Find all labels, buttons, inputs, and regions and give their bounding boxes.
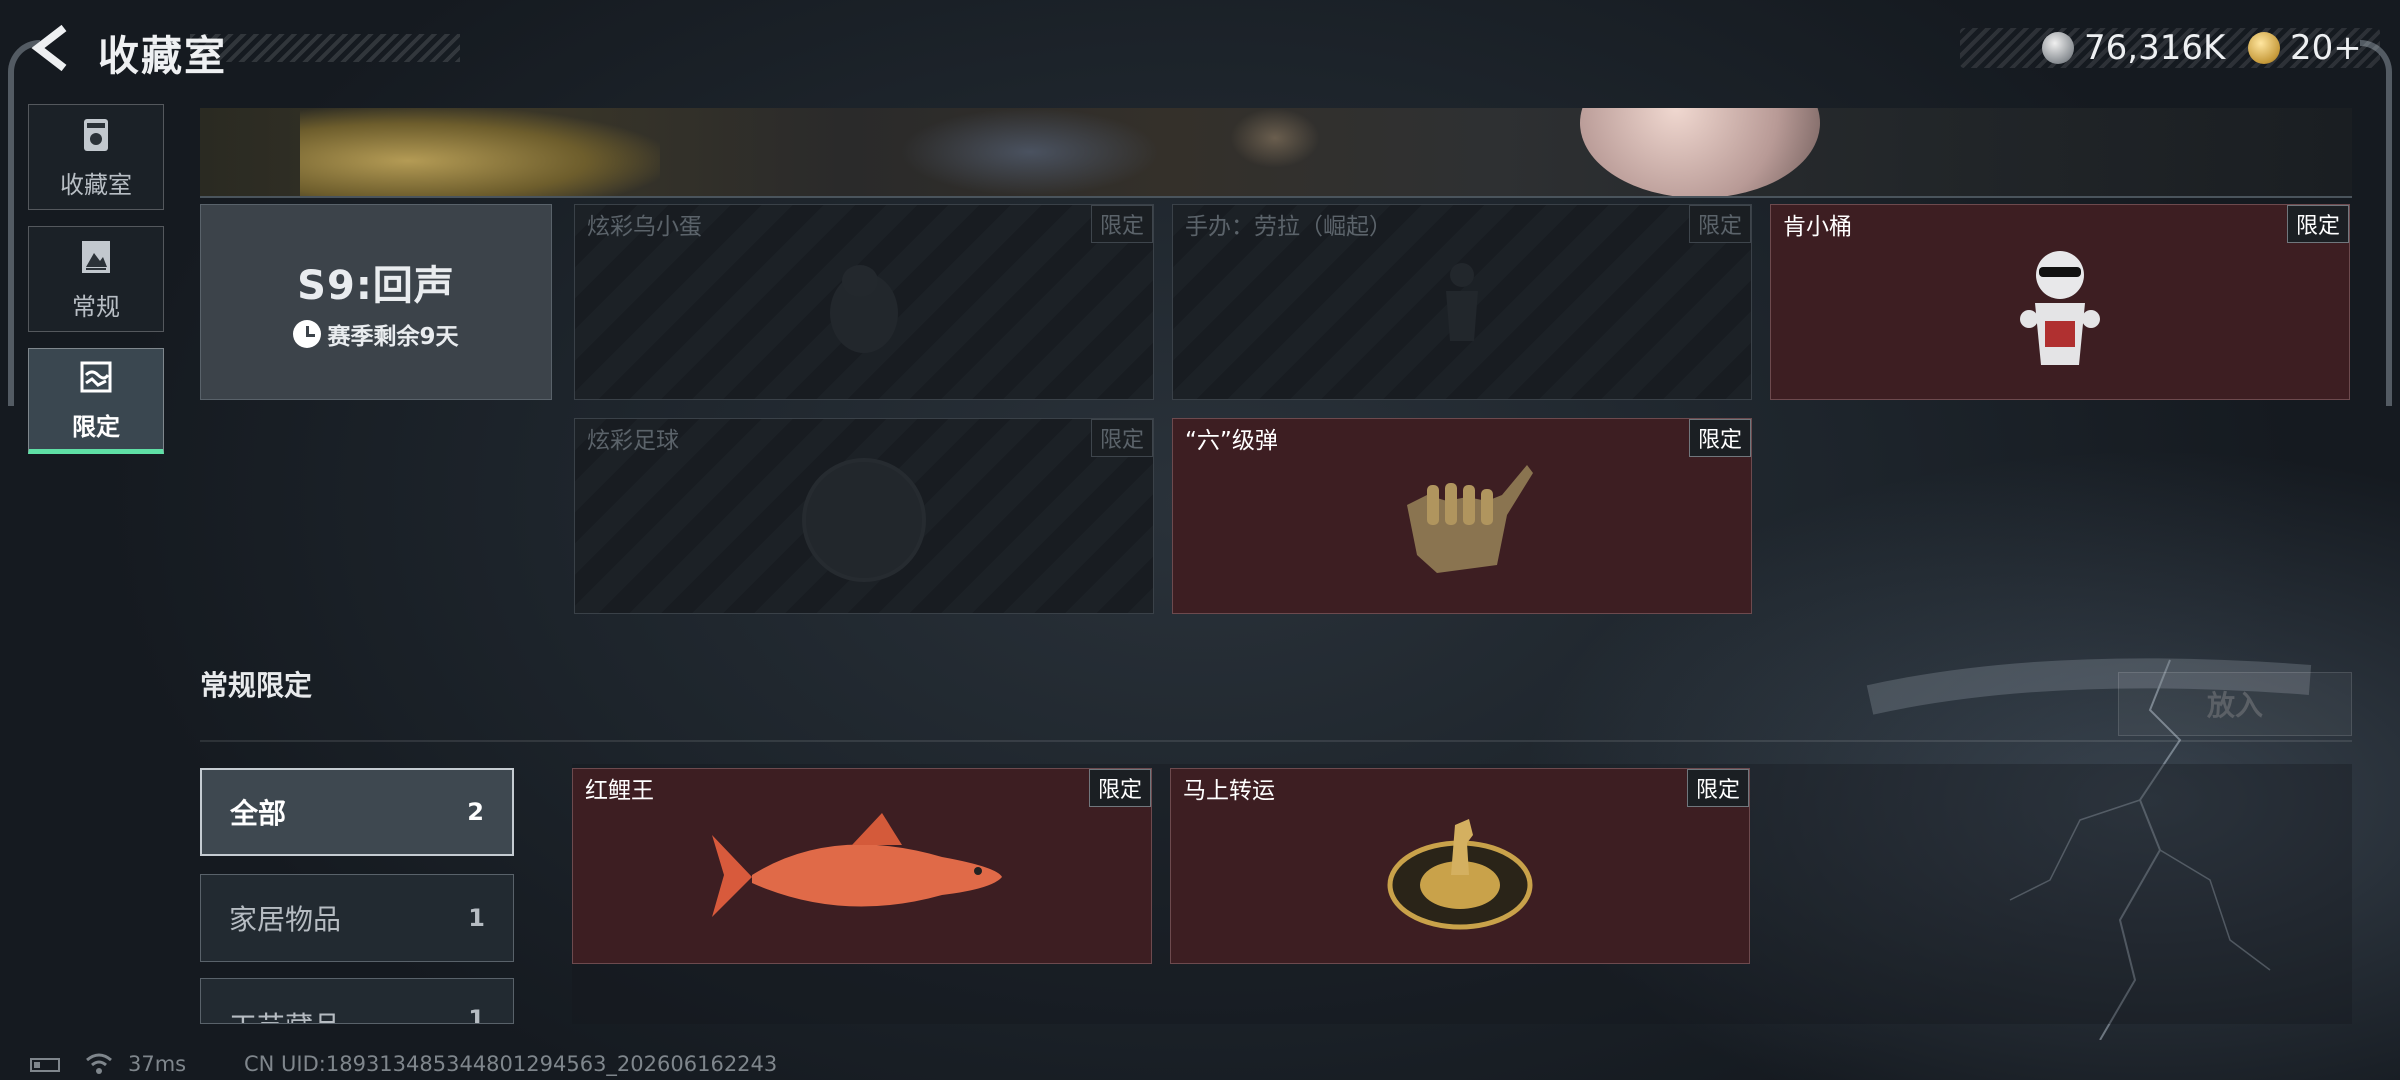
item-card-six-grade-bullet[interactable]: “六”级弹 限定 (1172, 418, 1752, 614)
limited-map-icon (76, 357, 116, 401)
limited-tag: 限定 (1686, 769, 1749, 807)
season-card: S9:回声 赛季剩余9天 (200, 204, 552, 400)
back-arrow-icon (31, 24, 67, 72)
nav-item-limited[interactable]: 限定 (28, 348, 164, 454)
nav-item-regular[interactable]: 常规 (28, 226, 164, 332)
limited-tag: 限定 (1088, 769, 1151, 807)
bullet-hand-sculpture-icon (1407, 464, 1533, 573)
picture-frame-icon (76, 237, 116, 281)
filter-all[interactable]: 全部 2 (200, 768, 514, 856)
nav-item-label: 限定 (72, 412, 120, 441)
section-title: 常规限定 (200, 669, 313, 702)
limited-tag: 限定 (1090, 205, 1153, 243)
ping-text: 37ms (128, 1052, 187, 1076)
filter-label: 全部 (230, 797, 287, 830)
banner-gold-statue (300, 108, 660, 196)
item-name: “六”级弹 (1185, 428, 1278, 454)
nav-item-collection-room[interactable]: 收藏室 (28, 104, 164, 210)
section-divider (200, 740, 2352, 742)
filter-count: 1 (468, 1005, 485, 1024)
put-in-button[interactable]: 放入 (2118, 672, 2352, 736)
silver-coin-icon (2042, 32, 2074, 64)
item-name: 手办：劳拉（崛起） (1185, 214, 1392, 240)
lara-figure-icon (1446, 262, 1478, 341)
season-banner (200, 108, 2352, 198)
battery-icon (30, 1058, 60, 1072)
filter-home-items[interactable]: 家居物品 1 (200, 874, 514, 962)
status-bar: 37ms CN UID:189313485344801294563_202606… (0, 1048, 2400, 1080)
clock-icon (293, 320, 322, 348)
filter-label: 家居物品 (229, 903, 342, 936)
season-name: S9:回声 (297, 263, 455, 309)
silver-currency-value: 76,316K (2084, 28, 2226, 68)
nav-item-label: 收藏室 (60, 170, 132, 199)
item-name: 肯小桶 (1783, 214, 1852, 240)
season-remaining: 赛季剩余9天 (293, 317, 459, 351)
filter-craft-collectibles[interactable]: 工艺藏品 1 (200, 978, 514, 1024)
gold-currency-value: 20+ (2290, 28, 2362, 68)
back-button[interactable] (28, 22, 76, 74)
silver-currency[interactable]: 76,316K (2042, 24, 2225, 72)
title-stripe-decoration (190, 34, 460, 62)
item-card-kfc-bucket[interactable]: 肯小桶 限定 (1770, 204, 2350, 400)
side-nav: 收藏室 常规 限定 (28, 104, 166, 470)
uid-text: CN UID:189313485344801294563_20260616224… (244, 1052, 778, 1076)
egg-figure-icon (830, 264, 898, 353)
item-name: 炫彩足球 (587, 428, 679, 454)
banner-figure (900, 108, 1160, 196)
top-bar: 收藏室 76,316K 20+ (0, 0, 2400, 100)
limited-tag: 限定 (1688, 419, 1751, 457)
page-title: 收藏室 (98, 32, 227, 80)
gold-currency[interactable]: 20+ (2248, 24, 2362, 72)
gold-coin-icon (2248, 32, 2280, 64)
wifi-icon (86, 1053, 112, 1074)
trash-bin-icon (76, 115, 116, 159)
nav-item-label: 常规 (72, 292, 120, 321)
kfc-bucket-figure-icon (2020, 250, 2100, 365)
filter-count: 1 (468, 904, 485, 932)
limited-tag: 限定 (1688, 205, 1751, 243)
season-remaining-text: 赛季剩余9天 (327, 324, 459, 350)
limited-tag: 限定 (2286, 205, 2349, 243)
limited-tag: 限定 (1090, 419, 1153, 457)
filter-count: 2 (467, 798, 484, 826)
item-card-egg[interactable]: 炫彩乌小蛋 限定 (574, 204, 1154, 400)
banner-ball (1580, 108, 1820, 196)
football-icon (802, 457, 926, 582)
banner-boots (1230, 108, 1320, 168)
item-card-lara-figure[interactable]: 手办：劳拉（崛起） 限定 (1172, 204, 1752, 400)
item-card-red-carp-king[interactable]: 红鲤王 限定 (572, 768, 1152, 964)
item-name: 红鲤王 (585, 778, 654, 804)
red-carp-icon (712, 812, 1002, 917)
item-card-football[interactable]: 炫彩足球 限定 (574, 418, 1154, 614)
lucky-horse-spinner-icon (1387, 818, 1533, 930)
item-name: 马上转运 (1183, 778, 1275, 804)
item-name: 炫彩乌小蛋 (587, 214, 702, 240)
item-card-lucky-horse[interactable]: 马上转运 限定 (1170, 768, 1750, 964)
filter-label: 工艺藏品 (229, 1005, 341, 1023)
